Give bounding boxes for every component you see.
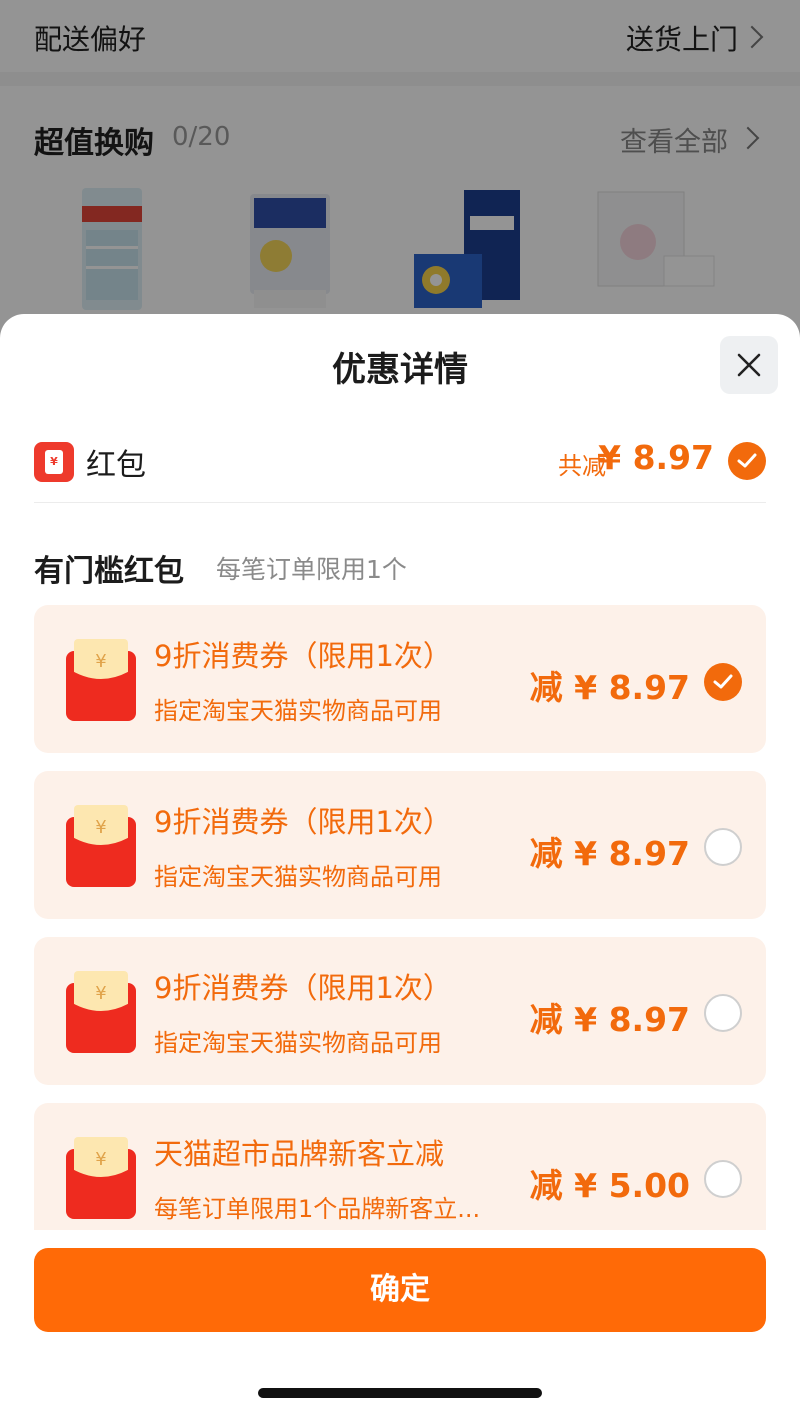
close-button[interactable] [720,336,778,394]
coupon-subtitle: 指定淘宝天猫实物商品可用 [154,697,442,725]
red-packet-label: 红包 [86,448,146,483]
red-packet-row[interactable]: ¥ 红包 共减 ¥ 8.97 [34,438,766,498]
coupon-item[interactable]: ¥ 9折消费券（限用1次） 指定淘宝天猫实物商品可用 减 ¥ 8.97 [34,605,766,753]
svg-text:¥: ¥ [95,983,106,1004]
svg-text:¥: ¥ [95,1149,106,1170]
section-note: 每笔订单限用1个 [216,555,407,584]
coupon-subtitle: 指定淘宝天猫实物商品可用 [154,1029,442,1057]
coupon-title: 天猫超市品牌新客立减 [154,1137,445,1171]
red-packet-icon: ¥ [34,442,74,482]
confirm-button[interactable]: 确定 [34,1248,766,1332]
red-envelope-icon: ¥ [66,971,136,1053]
red-envelope-icon: ¥ [66,805,136,887]
sheet-title: 优惠详情 [332,350,468,390]
modal-overlay[interactable] [0,0,800,340]
divider [34,502,766,503]
coupon-title: 9折消费券（限用1次） [154,639,452,673]
coupon-amount: 减 ¥ 8.97 [529,834,690,873]
coupon-item[interactable]: ¥ 9折消费券（限用1次） 指定淘宝天猫实物商品可用 减 ¥ 8.97 [34,771,766,919]
radio-button[interactable] [704,994,742,1032]
checkmark-icon[interactable] [704,663,742,701]
checkmark-icon[interactable] [728,442,766,480]
confirm-button-label: 确定 [370,1272,430,1307]
coupon-title: 9折消费券（限用1次） [154,971,452,1005]
coupon-item[interactable]: ¥ 9折消费券（限用1次） 指定淘宝天猫实物商品可用 减 ¥ 8.97 [34,937,766,1085]
coupon-amount: 减 ¥ 8.97 [529,1000,690,1039]
coupon-item[interactable]: ¥ 天猫超市品牌新客立减 每笔订单限用1个品牌新客立... 减 ¥ 5.00 [34,1103,766,1251]
coupon-amount: 减 ¥ 5.00 [529,1166,690,1205]
svg-text:¥: ¥ [95,651,106,672]
coupon-title: 9折消费券（限用1次） [154,805,452,839]
section-title: 有门槛红包 [34,554,184,589]
coupon-subtitle: 指定淘宝天猫实物商品可用 [154,863,442,891]
radio-button[interactable] [704,828,742,866]
total-discount-value: ¥ 8.97 [598,438,714,477]
coupon-subtitle: 每笔订单限用1个品牌新客立... [154,1195,481,1223]
svg-text:¥: ¥ [95,817,106,838]
coupon-amount: 减 ¥ 8.97 [529,668,690,707]
close-icon [737,353,761,377]
home-indicator [258,1388,542,1398]
red-envelope-icon: ¥ [66,1137,136,1219]
radio-button[interactable] [704,1160,742,1198]
red-envelope-icon: ¥ [66,639,136,721]
